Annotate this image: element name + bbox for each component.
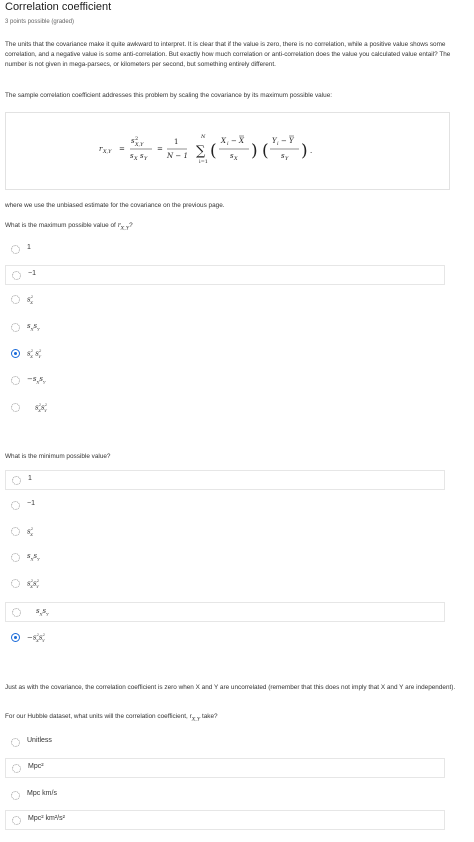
formula-one: 1: [174, 138, 178, 146]
svg-text:−: −: [231, 137, 237, 145]
q1-option-1[interactable]: 1: [5, 240, 445, 260]
q2-option-4[interactable]: sXsY: [5, 548, 445, 568]
option-label: s2X: [27, 294, 34, 305]
formula-n-minus-one: N − 1: [166, 152, 188, 160]
sum-bottom: i=1: [199, 159, 208, 165]
svg-text:i: i: [277, 141, 279, 147]
correlation-formula: r X,Y = s 2 X,Y s X s Y = 1 N − 1 N ∑ i=…: [99, 134, 312, 165]
formula-den-sub2: Y: [144, 156, 148, 162]
svg-text:−: −: [281, 137, 287, 145]
intro-paragraph-1: The units that the covariance make it qu…: [5, 41, 451, 68]
option-label: s2Xs2Y: [27, 578, 40, 589]
svg-text:Y: Y: [285, 156, 289, 162]
radio-button[interactable]: [11, 501, 20, 510]
option-label: −s2Xs2Y: [27, 632, 46, 643]
svg-text:=: =: [157, 145, 163, 153]
q1-option-4[interactable]: sXsY: [5, 318, 445, 338]
page: Correlation coefficient 3 points possibl…: [0, 0, 474, 842]
formula-num-sub: X,Y: [134, 142, 144, 148]
q2-option-7[interactable]: −s2Xs2Y: [5, 628, 445, 648]
radio-button[interactable]: [11, 738, 20, 747]
q2-option-5[interactable]: s2Xs2Y: [5, 574, 445, 594]
option-label: −1: [27, 500, 35, 507]
page-title: Correlation coefficient: [5, 1, 112, 13]
radio-button[interactable]: [11, 527, 20, 536]
q1-option-2[interactable]: −1: [5, 265, 445, 285]
option-label: −1: [28, 270, 36, 277]
option-label: Mpc² km²/s²: [28, 815, 65, 822]
option-label: −sXsY: [27, 375, 46, 385]
q1-option-6[interactable]: −sXsY: [5, 371, 445, 391]
frac2-num-bar: Y: [289, 137, 295, 145]
radio-button[interactable]: [11, 579, 20, 588]
radio-button[interactable]: [11, 323, 20, 332]
formula-lhs-sub: X,Y: [102, 149, 112, 155]
option-label: sXsY: [27, 322, 40, 332]
q2-option-3[interactable]: s2X: [5, 522, 445, 542]
option-label: sXsY: [27, 552, 40, 562]
radio-button[interactable]: [12, 271, 21, 280]
radio-button[interactable]: [11, 295, 20, 304]
frac1-num: X: [220, 137, 227, 145]
q2-option-6[interactable]: sXsY: [5, 602, 445, 622]
radio-button[interactable]: [11, 403, 20, 412]
q3-option-mpc2[interactable]: Mpc²: [5, 758, 445, 778]
paren-open-1: (: [210, 141, 217, 161]
radio-button[interactable]: [12, 816, 21, 825]
radio-button-selected[interactable]: [11, 349, 20, 358]
q3-prompt: For our Hubble dataset, what units will …: [5, 713, 218, 723]
frac1-num-bar: X: [238, 137, 245, 145]
formula-den-sub1: X: [133, 156, 138, 162]
radio-button[interactable]: [11, 791, 20, 800]
q2-option-1[interactable]: 1: [5, 470, 445, 490]
sum-sign: ∑: [196, 144, 206, 159]
formula-box: r X,Y = s 2 X,Y s X s Y = 1 N − 1 N ∑ i=…: [5, 112, 450, 190]
radio-button[interactable]: [11, 376, 20, 385]
radio-button[interactable]: [12, 608, 21, 617]
radio-button[interactable]: [12, 764, 21, 773]
svg-text:i: i: [227, 141, 229, 147]
q3-option-unitless[interactable]: Unitless: [5, 733, 445, 753]
radio-button[interactable]: [12, 476, 21, 485]
option-label: Unitless: [27, 737, 52, 744]
points-label: 3 points possible (graded): [5, 19, 75, 25]
option-label: s2X s2Y: [27, 348, 42, 359]
option-label: 1: [28, 475, 32, 482]
svg-text:X: X: [233, 156, 238, 162]
q1-option-7[interactable]: s2Xs2Y: [5, 398, 445, 418]
q2-prompt: What is the minimum possible value?: [5, 453, 111, 460]
intro-paragraph-2: The sample correlation coefficient addre…: [5, 92, 333, 99]
q1-option-5[interactable]: s2X s2Y: [5, 344, 445, 364]
option-label: s2Xs2Y: [35, 402, 48, 413]
radio-button[interactable]: [11, 553, 20, 562]
paren-close-1: ): [251, 141, 258, 161]
option-label: 1: [27, 244, 31, 251]
q2-option-2[interactable]: −1: [5, 496, 445, 516]
q1-option-3[interactable]: s2X: [5, 290, 445, 310]
option-label: s2X: [27, 526, 34, 537]
radio-button-selected[interactable]: [11, 633, 20, 642]
q3-option-mpc-kms[interactable]: Mpc km/s: [5, 786, 445, 806]
paren-close-2: ): [301, 141, 308, 161]
sum-top: N: [200, 134, 206, 140]
mid-text: Just as with the covariance, the correla…: [5, 684, 456, 691]
svg-text:.: .: [310, 147, 312, 155]
option-label: sXsY: [36, 607, 49, 617]
paren-open-2: (: [262, 141, 269, 161]
option-label: Mpc km/s: [27, 790, 57, 797]
svg-text:=: =: [119, 145, 125, 153]
q3-option-mpc2-km2s2[interactable]: Mpc² km²/s²: [5, 810, 445, 830]
q1-prompt: What is the maximum possible value of rX…: [5, 221, 133, 232]
radio-button[interactable]: [11, 245, 20, 254]
option-label: Mpc²: [28, 763, 44, 770]
after-formula-text: where we use the unbiased estimate for t…: [5, 202, 225, 209]
